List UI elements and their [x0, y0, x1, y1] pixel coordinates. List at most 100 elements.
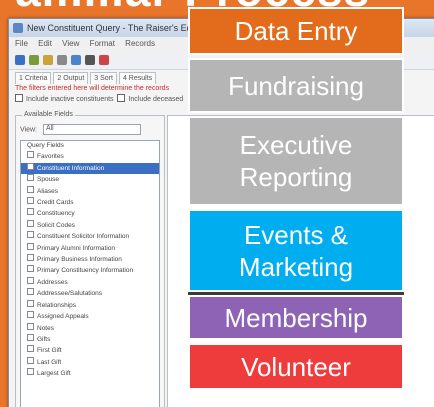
tree-item-label: Constituency — [37, 210, 75, 218]
tree-item-label: Gifts — [37, 335, 51, 343]
label-data-entry: Data Entry — [188, 7, 404, 55]
tree-item-label: Notes — [37, 324, 54, 332]
menu-item[interactable]: File — [15, 39, 28, 48]
role-labels: Data Entry Fundraising Executive Reporting E… — [188, 0, 434, 407]
menu-item[interactable]: Format — [90, 39, 115, 48]
tree-item[interactable]: Credit Cards — [21, 197, 159, 208]
expand-icon[interactable] — [27, 299, 34, 307]
deceased-checkbox-label: Include deceased — [128, 96, 184, 103]
tree-item[interactable]: Gifts — [21, 333, 159, 345]
tree-item[interactable]: Last Gift — [21, 356, 159, 368]
tree-item[interactable]: First Gift — [21, 345, 159, 356]
tree-item[interactable]: Primary Business Information — [21, 254, 159, 265]
label-text: Data Entry — [234, 16, 358, 46]
expand-icon[interactable] — [27, 333, 34, 341]
inactive-checkbox-label: Include inactive constituents — [26, 96, 114, 103]
expand-icon[interactable] — [27, 219, 34, 227]
print-icon[interactable] — [57, 55, 67, 65]
expand-icon[interactable] — [27, 197, 34, 205]
label-membership: Membership — [188, 295, 404, 340]
tree-item[interactable]: Constituent Information — [21, 162, 159, 175]
tree-item-label: Credit Cards — [37, 199, 74, 207]
tab-output[interactable]: 2 Output — [53, 72, 89, 84]
menu-item[interactable]: Edit — [38, 39, 52, 48]
available-fields-group: Available Fields View: All Query Fields F… — [15, 111, 165, 407]
expand-icon[interactable] — [27, 276, 34, 284]
expand-icon[interactable] — [27, 322, 34, 330]
tree-item[interactable]: Constituency — [21, 208, 159, 219]
expand-icon[interactable] — [27, 356, 34, 364]
tree-item[interactable]: Constituent Solicitor Information — [21, 231, 159, 242]
slide: New Constituent Query - The Raiser's Edg… — [0, 0, 434, 407]
expand-icon[interactable] — [27, 242, 34, 250]
label-volunteer: Volunteer — [188, 343, 404, 390]
tree-item-label: Constituent Information — [37, 164, 105, 172]
tree-item-label: Largest Gift — [37, 370, 71, 378]
new-icon[interactable] — [29, 55, 39, 65]
tree-item-label: Spouse — [37, 176, 60, 184]
view-label: View: — [20, 126, 37, 134]
expand-icon[interactable] — [27, 185, 34, 193]
tree-item[interactable]: Relationships — [21, 299, 159, 311]
label-text: Fundraising — [228, 70, 364, 101]
tree-item[interactable]: Aliases — [21, 185, 159, 197]
expand-icon[interactable] — [27, 265, 34, 273]
tree-item[interactable]: Solicit Codes — [21, 219, 159, 231]
expand-icon[interactable] — [27, 174, 34, 182]
menu-item[interactable]: Records — [125, 39, 155, 48]
tree-item[interactable]: Spouse — [21, 174, 159, 185]
expand-icon[interactable] — [27, 162, 34, 170]
label-events-marketing: Events & Marketing — [188, 209, 404, 292]
open-icon[interactable] — [43, 55, 53, 65]
tree-item[interactable]: Assigned Appeals — [21, 311, 159, 322]
tree-item-label: Last Gift — [37, 358, 62, 366]
filter-icon[interactable] — [71, 55, 81, 65]
expand-icon[interactable] — [27, 208, 34, 216]
label-text: Executive — [239, 130, 353, 160]
deceased-checkbox[interactable] — [117, 94, 126, 102]
expand-icon[interactable] — [27, 231, 34, 239]
tree-item-label: Primary Constituency Information — [37, 267, 134, 275]
label-executive-reporting: Executive Reporting — [188, 116, 404, 206]
tree-item-label: Aliases — [37, 187, 58, 195]
menu-item[interactable]: View — [62, 39, 79, 48]
tree-item[interactable]: Primary Constituency Information — [21, 265, 159, 276]
label-text: Events & — [243, 219, 349, 250]
tree-item-label: Solicit Codes — [37, 221, 75, 229]
expand-icon[interactable] — [27, 311, 34, 319]
tree-item[interactable]: Notes — [21, 322, 159, 334]
label-text: Volunteer — [241, 351, 351, 382]
tab-criteria[interactable]: 1 Criteria — [15, 72, 52, 84]
tree-item[interactable]: Addresses — [21, 276, 159, 288]
label-text: Membership — [224, 302, 368, 333]
tree-item-label: Constituent Solicitor Information — [37, 233, 130, 241]
delete-icon[interactable] — [99, 55, 109, 65]
tree-item[interactable]: Primary Alumni Information — [21, 242, 159, 254]
tree-item[interactable]: Largest Gift — [21, 368, 159, 379]
view-dropdown-value: All — [45, 125, 54, 132]
tree-item[interactable]: Query Fields — [21, 141, 159, 151]
tree-item-label: Primary Alumni Information — [37, 244, 116, 252]
tree-item-label: Relationships — [37, 301, 77, 309]
save-icon[interactable] — [15, 55, 25, 65]
tree-item[interactable]: Favorites — [21, 151, 159, 162]
tab-sort[interactable]: 3 Sort — [90, 72, 117, 84]
fields-tree[interactable]: Query Fields Favorites Constituent Informa… — [20, 140, 160, 407]
expand-icon[interactable] — [27, 345, 34, 353]
expand-icon[interactable] — [27, 151, 34, 159]
view-dropdown[interactable]: All — [42, 124, 141, 135]
expand-icon[interactable] — [27, 368, 34, 376]
expand-icon[interactable] — [27, 254, 34, 262]
available-fields-label: Available Fields — [22, 111, 75, 118]
view-selector-row: View: All — [20, 124, 141, 135]
tree-item-label: First Gift — [37, 347, 62, 355]
tab-results[interactable]: 4 Results — [118, 72, 157, 84]
expand-icon[interactable] — [27, 288, 34, 296]
tree-item[interactable]: Addressee/Salutations — [21, 288, 159, 299]
inactive-checkbox[interactable] — [15, 94, 23, 102]
tree-item-label: Primary Business Information — [37, 256, 122, 264]
run-icon[interactable] — [85, 55, 95, 65]
tree-item-label: Assigned Appeals — [37, 313, 89, 321]
tree-item-label: Query Fields — [27, 142, 64, 149]
tree-item-label: Addresses — [37, 278, 68, 286]
